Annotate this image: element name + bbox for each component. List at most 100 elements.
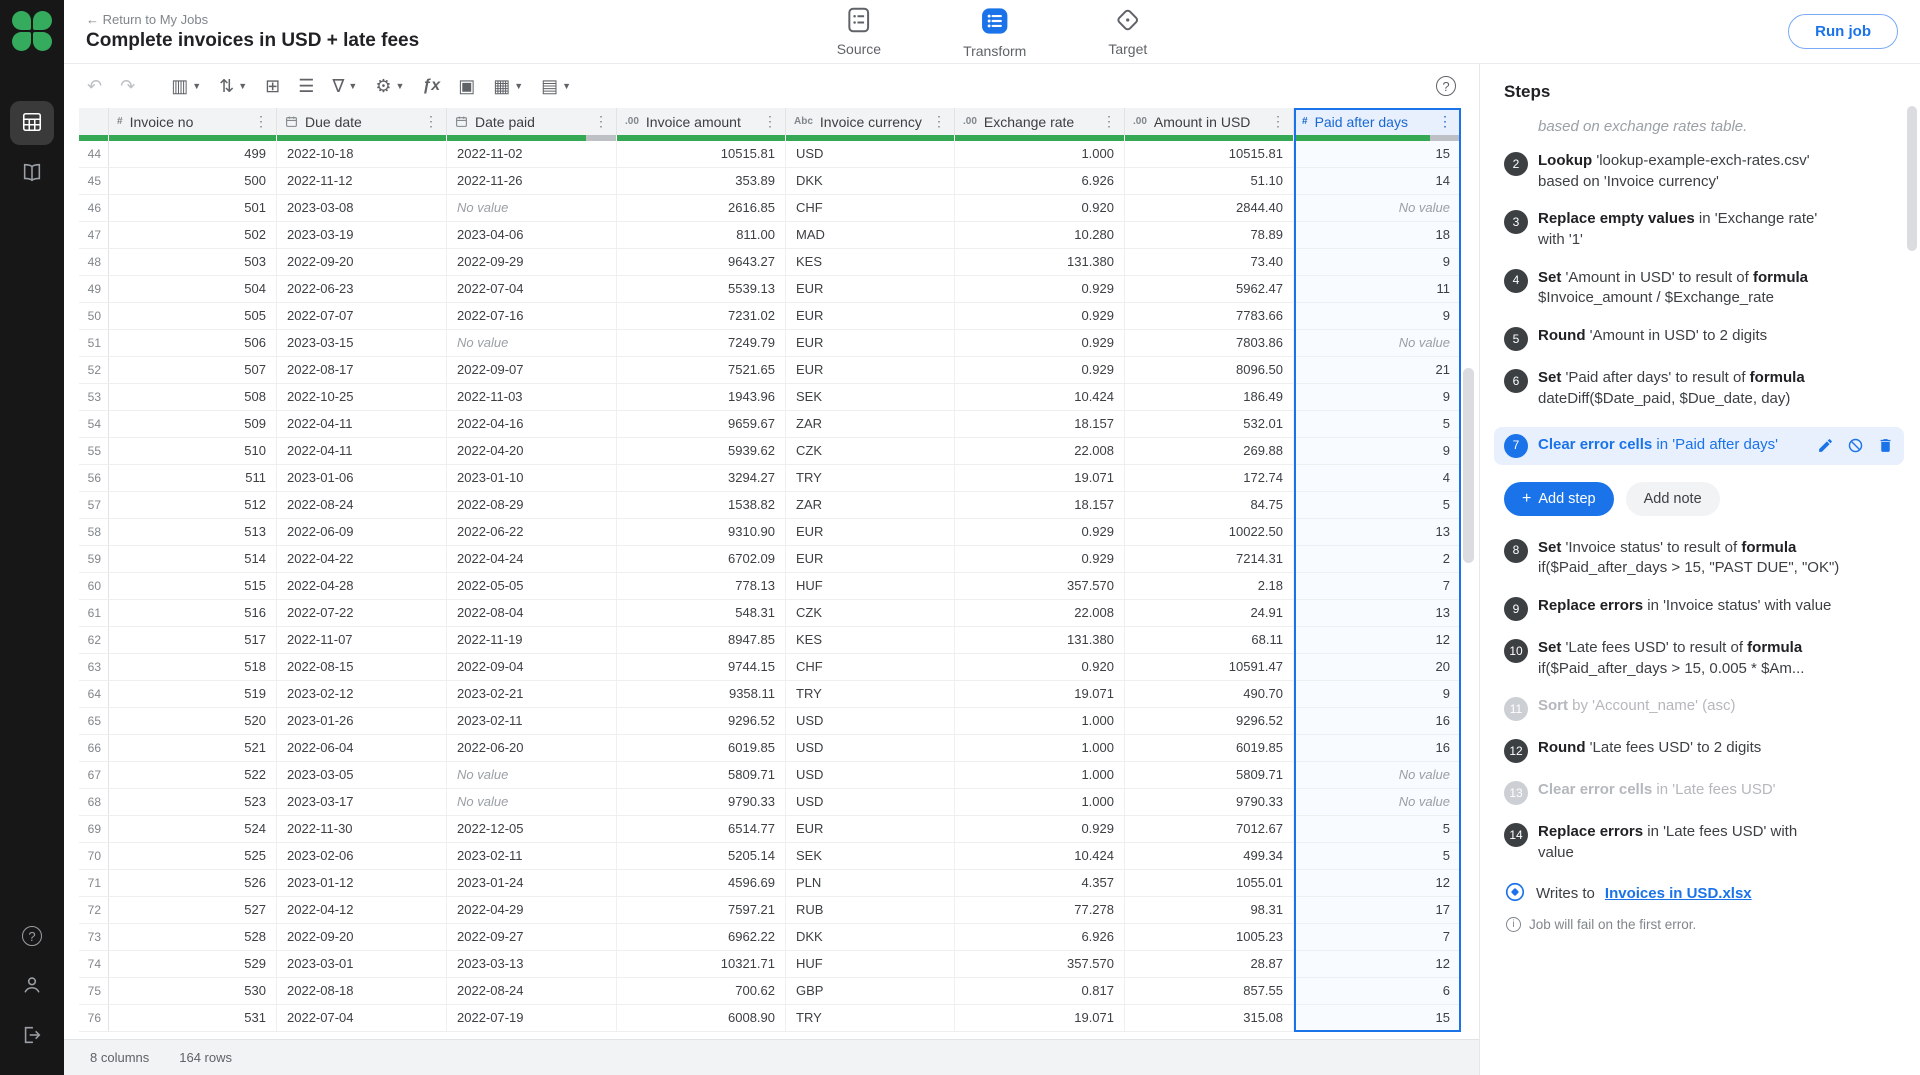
tracker-transform[interactable]: Transform [963,5,1026,59]
table-cell[interactable]: 2022-09-20 [277,924,447,950]
table-cell[interactable]: 5205.14 [617,843,786,869]
table-cell[interactable]: 2023-01-12 [277,870,447,896]
table-cell[interactable]: 9659.67 [617,411,786,437]
table-cell[interactable]: 14 [1294,168,1461,194]
table-cell[interactable]: 2023-03-15 [277,330,447,356]
table-cell[interactable]: 2022-06-22 [447,519,617,545]
sidebar-item-jobs[interactable] [10,101,54,145]
table-cell[interactable]: 2022-08-24 [277,492,447,518]
table-cell[interactable]: 1943.96 [617,384,786,410]
table-cell[interactable]: 2022-04-22 [277,546,447,572]
table-cell[interactable]: 531 [109,1005,277,1031]
table-cell[interactable]: 9 [1294,681,1461,707]
table-icon[interactable]: ▦▼ [484,73,532,99]
table-cell[interactable]: 513 [109,519,277,545]
table-cell[interactable]: 7 [1294,924,1461,950]
disable-icon[interactable] [1847,437,1864,454]
table-cell[interactable]: 2022-06-04 [277,735,447,761]
app-logo[interactable] [11,10,53,52]
table-cell[interactable]: EUR [786,357,955,383]
table-cell[interactable]: 2023-03-13 [447,951,617,977]
table-cell[interactable]: 2022-06-20 [447,735,617,761]
table-cell[interactable]: 2023-02-06 [277,843,447,869]
table-cell[interactable]: 13 [1294,519,1461,545]
table-cell[interactable]: 2022-07-16 [447,303,617,329]
table-cell[interactable]: 2022-07-07 [277,303,447,329]
table-cell[interactable]: PLN [786,870,955,896]
rows-icon[interactable]: ☰ [289,73,323,99]
table-cell[interactable]: 1.000 [955,708,1125,734]
sort-icon[interactable]: ⇅▼ [210,73,256,99]
column-menu-icon[interactable]: ⋮ [932,113,946,130]
step-12[interactable]: 12Round 'Late fees USD' to 2 digits [1504,738,1900,763]
run-job-button[interactable]: Run job [1788,14,1898,49]
column-header-invoice-no[interactable]: #Invoice no⋮ [109,108,277,135]
table-cell[interactable]: 5 [1294,816,1461,842]
table-cell[interactable]: 9790.33 [617,789,786,815]
table-cell[interactable]: 2023-02-12 [277,681,447,707]
table-cell[interactable]: 20 [1294,654,1461,680]
table-cell[interactable]: TRY [786,465,955,491]
table-cell[interactable]: 28.87 [1125,951,1294,977]
table-cell[interactable]: 2022-10-25 [277,384,447,410]
table-cell[interactable]: 12 [1294,870,1461,896]
table-cell[interactable]: 9 [1294,303,1461,329]
table-cell[interactable]: 78.89 [1125,222,1294,248]
table-cell[interactable]: 19.071 [955,681,1125,707]
table-cell[interactable]: 22.008 [955,438,1125,464]
table-cell[interactable]: USD [786,141,955,167]
table-cell[interactable]: EUR [786,519,955,545]
table-cell[interactable]: 5 [1294,843,1461,869]
filter-icon[interactable]: ∇▼ [323,73,366,99]
table-cell[interactable]: 500 [109,168,277,194]
table-cell[interactable]: No value [1294,789,1461,815]
table-cell[interactable]: 7803.86 [1125,330,1294,356]
table-cell[interactable]: TRY [786,1005,955,1031]
table-cell[interactable]: HUF [786,951,955,977]
table-cell[interactable]: 2023-03-17 [277,789,447,815]
table-cell[interactable]: 529 [109,951,277,977]
table-cell[interactable]: 10515.81 [1125,141,1294,167]
table-cell[interactable]: No value [1294,195,1461,221]
table-cell[interactable]: 68.11 [1125,627,1294,653]
table-vertical-scrollbar[interactable] [1463,368,1474,563]
table-cell[interactable]: EUR [786,816,955,842]
step-7[interactable]: 7Clear error cells in 'Paid after days' [1494,427,1904,465]
table-cell[interactable]: 2022-08-18 [277,978,447,1004]
table-cell[interactable]: 7249.79 [617,330,786,356]
table-cell[interactable]: 10591.47 [1125,654,1294,680]
table-cell[interactable]: 511 [109,465,277,491]
column-menu-icon[interactable]: ⋮ [763,113,777,130]
table-cell[interactable]: 517 [109,627,277,653]
table-cell[interactable]: 857.55 [1125,978,1294,1004]
table-cell[interactable]: 507 [109,357,277,383]
table-cell[interactable]: 2022-09-04 [447,654,617,680]
table-cell[interactable]: 357.570 [955,951,1125,977]
table-cell[interactable]: 501 [109,195,277,221]
table-cell[interactable]: 11 [1294,276,1461,302]
table-cell[interactable]: No value [447,195,617,221]
column-header-paid-after-days[interactable]: #Paid after days⋮ [1294,108,1461,135]
table-cell[interactable]: 357.570 [955,573,1125,599]
table-cell[interactable]: 1055.01 [1125,870,1294,896]
table-cell[interactable]: 2023-02-11 [447,708,617,734]
table-cell[interactable]: 6702.09 [617,546,786,572]
grid-help-icon[interactable]: ? [1427,72,1465,100]
table-cell[interactable]: 353.89 [617,168,786,194]
table-cell[interactable]: 9 [1294,249,1461,275]
step-5[interactable]: 5Round 'Amount in USD' to 2 digits [1504,326,1900,351]
table-cell[interactable]: 2022-11-26 [447,168,617,194]
table-cell[interactable]: 502 [109,222,277,248]
table-cell[interactable]: SEK [786,843,955,869]
table-cell[interactable]: 525 [109,843,277,869]
table-cell[interactable]: 5809.71 [1125,762,1294,788]
table-cell[interactable]: 2022-08-15 [277,654,447,680]
table-cell[interactable]: 9 [1294,438,1461,464]
table-cell[interactable]: 19.071 [955,1005,1125,1031]
columns-icon[interactable]: ▥▼ [162,73,210,99]
table-cell[interactable]: 6514.77 [617,816,786,842]
table-cell[interactable]: 2022-04-11 [277,411,447,437]
table-cell[interactable]: 269.88 [1125,438,1294,464]
table-cell[interactable]: 510 [109,438,277,464]
table-cell[interactable]: EUR [786,303,955,329]
